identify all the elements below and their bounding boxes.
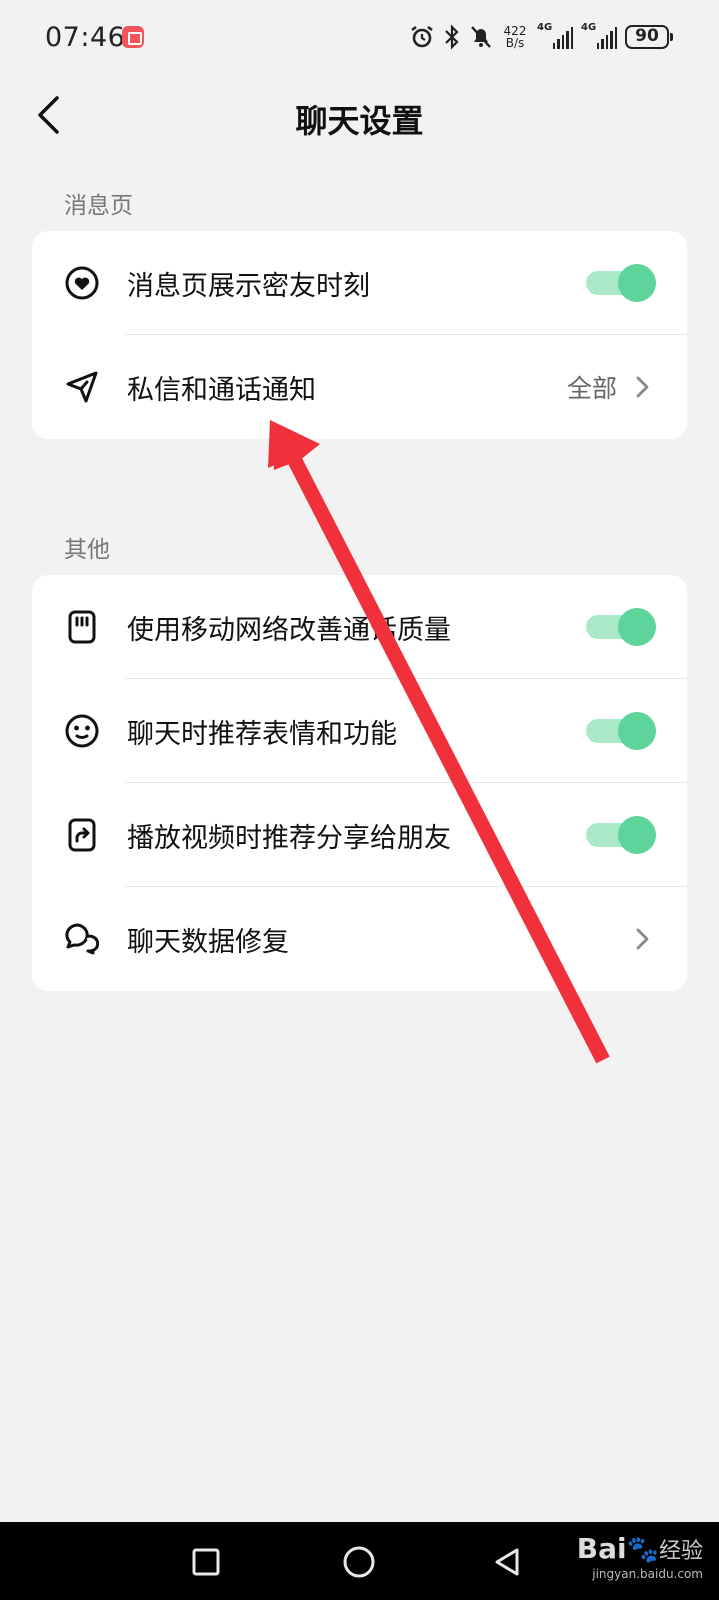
bluetooth-icon xyxy=(445,24,459,50)
toggle-switch-on[interactable] xyxy=(586,264,656,302)
home-button[interactable] xyxy=(337,1540,381,1584)
battery-icon: 90 xyxy=(625,25,673,49)
mute-bell-icon xyxy=(471,26,491,48)
signal-strength-icon: 4G xyxy=(537,22,574,49)
signal-type-label: 4G xyxy=(581,22,597,33)
alarm-icon xyxy=(411,25,433,48)
baidu-jingyan-watermark: Bai🐾经验 jingyan.baidu.com xyxy=(577,1532,703,1581)
network-speed-unit: B/s xyxy=(505,36,525,50)
circle-icon xyxy=(343,1546,375,1578)
watermark-brand-suffix: 经验 xyxy=(658,1539,703,1564)
signal-strength-icon: 4G xyxy=(581,22,618,49)
setting-row-dm-call-notifications[interactable]: 私信和通话通知 全部 xyxy=(32,335,687,439)
back-nav-button[interactable] xyxy=(485,1540,529,1584)
settings-card-messages: 消息页展示密友时刻 私信和通话通知 全部 xyxy=(32,231,687,439)
setting-value: 全部 xyxy=(566,374,617,403)
network-speed: 422 B/s xyxy=(501,25,529,49)
setting-label: 使用移动网络改善通话质量 xyxy=(127,614,451,646)
notification-app-icon xyxy=(122,26,144,48)
toggle-switch-on[interactable] xyxy=(586,608,656,646)
chevron-right-icon xyxy=(636,376,649,398)
settings-card-other: 使用移动网络改善通话质量 聊天时推荐表情和功能 播放视频时推荐分享给朋友 聊天数… xyxy=(32,575,687,991)
setting-row-recommend-share-video[interactable]: 播放视频时推荐分享给朋友 xyxy=(32,783,687,887)
share-icon xyxy=(64,817,100,853)
chat-bubbles-icon xyxy=(64,921,100,957)
header: 聊天设置 xyxy=(0,76,719,156)
status-bar: 07:46 422 B/s 4G 4G 90 xyxy=(0,0,719,76)
page-title: 聊天设置 xyxy=(295,102,424,140)
status-icons: 422 B/s 4G 4G 90 xyxy=(409,22,673,52)
send-icon xyxy=(64,369,100,405)
signal-type-label: 4G xyxy=(537,22,553,33)
chevron-right-icon xyxy=(636,928,649,950)
section-label-messages: 消息页 xyxy=(64,193,133,219)
smiley-face-icon xyxy=(64,713,100,749)
heart-icon xyxy=(64,265,100,301)
triangle-back-icon xyxy=(495,1548,519,1576)
setting-label: 播放视频时推荐分享给朋友 xyxy=(127,822,451,854)
watermark-url: jingyan.baidu.com xyxy=(592,1567,703,1581)
recent-apps-button[interactable] xyxy=(184,1540,228,1584)
section-label-other: 其他 xyxy=(64,537,110,563)
setting-label: 聊天时推荐表情和功能 xyxy=(127,718,397,750)
watermark-brand: Bai xyxy=(576,1532,627,1565)
setting-label: 聊天数据修复 xyxy=(127,926,289,958)
setting-row-recommend-emoji-features[interactable]: 聊天时推荐表情和功能 xyxy=(32,679,687,783)
status-time: 07:46 xyxy=(45,22,126,53)
paw-logo-icon: 🐾 xyxy=(626,1535,659,1565)
toggle-switch-on[interactable] xyxy=(586,712,656,750)
setting-label: 私信和通话通知 xyxy=(127,374,316,406)
setting-label: 消息页展示密友时刻 xyxy=(127,270,370,302)
sim-card-icon xyxy=(64,609,100,645)
setting-row-show-close-friend-moments[interactable]: 消息页展示密友时刻 xyxy=(32,231,687,335)
setting-row-mobile-network-call-quality[interactable]: 使用移动网络改善通话质量 xyxy=(32,575,687,679)
system-navigation-bar: Bai🐾经验 jingyan.baidu.com xyxy=(0,1522,719,1600)
toggle-switch-on[interactable] xyxy=(586,816,656,854)
square-icon xyxy=(192,1548,220,1576)
chat-settings-screen: 07:46 422 B/s 4G 4G 90 聊天设置 消息页 消息页展示密友时… xyxy=(0,0,719,1600)
setting-row-chat-data-repair[interactable]: 聊天数据修复 xyxy=(32,887,687,991)
